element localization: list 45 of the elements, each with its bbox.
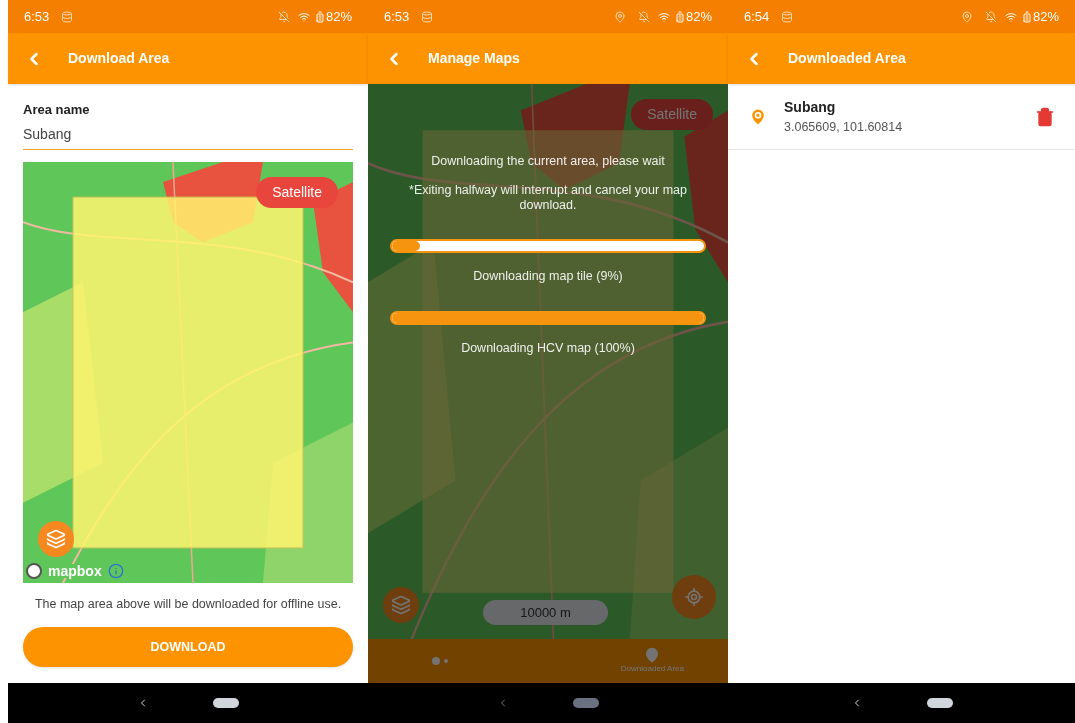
area-list-item[interactable]: Subang 3.065609, 101.60814 <box>728 84 1075 150</box>
trash-icon <box>1035 106 1055 127</box>
battery-percent: 82% <box>685 7 712 26</box>
info-icon[interactable] <box>107 562 124 579</box>
status-time: 6:54 <box>744 7 770 26</box>
area-coordinates: 3.065609, 101.60814 <box>784 118 904 136</box>
wifi-icon <box>1004 10 1017 23</box>
progress-reading: Downloading HCV map (100%) <box>461 339 635 357</box>
wifi-icon <box>657 10 670 23</box>
download-status-title: Downloading the current area, please wait <box>431 153 665 170</box>
home-pill[interactable] <box>213 698 239 708</box>
battery-percent: 82% <box>1032 7 1059 26</box>
battery-percent: 82% <box>325 7 352 26</box>
area-name: Subang <box>784 97 837 117</box>
download-button[interactable]: DOWNLOAD <box>23 627 353 668</box>
area-name-field[interactable]: Subang <box>23 119 353 150</box>
area-name-label: Area name <box>23 101 91 119</box>
progress-reading: Downloading map tile (9%) <box>473 268 623 285</box>
database-icon <box>781 10 794 23</box>
map-pin-icon <box>644 647 661 663</box>
page-indicator-icon <box>432 657 448 665</box>
location-pin-icon <box>748 106 768 127</box>
delete-button[interactable] <box>1035 106 1055 127</box>
battery-icon <box>313 10 326 23</box>
exit-warning: *Exiting halfway will interrupt and cancel your map download. <box>408 182 688 214</box>
database-icon <box>421 10 434 23</box>
wifi-icon <box>297 10 310 23</box>
crosshair-icon <box>684 587 704 607</box>
bell-off-icon <box>277 10 290 23</box>
status-time: 6:53 <box>24 7 50 26</box>
status-time: 6:53 <box>384 7 410 26</box>
screen-title: Download Area <box>68 49 170 68</box>
home-pill[interactable] <box>926 698 953 708</box>
satellite-button[interactable]: Satellite <box>631 99 713 130</box>
screen-title: Downloaded Area <box>788 49 906 68</box>
screen-title: Manage Maps <box>428 49 520 68</box>
database-icon <box>61 10 74 23</box>
battery-icon <box>673 10 686 23</box>
bell-off-icon <box>984 10 997 23</box>
offline-note: The map area above will be downloaded for offline use. <box>33 595 343 613</box>
bell-off-icon <box>637 10 650 23</box>
map-view[interactable]: Satellite mapbox <box>23 161 353 583</box>
battery-icon <box>1020 10 1033 23</box>
layers-icon <box>46 528 66 549</box>
layers-icon <box>391 595 411 615</box>
